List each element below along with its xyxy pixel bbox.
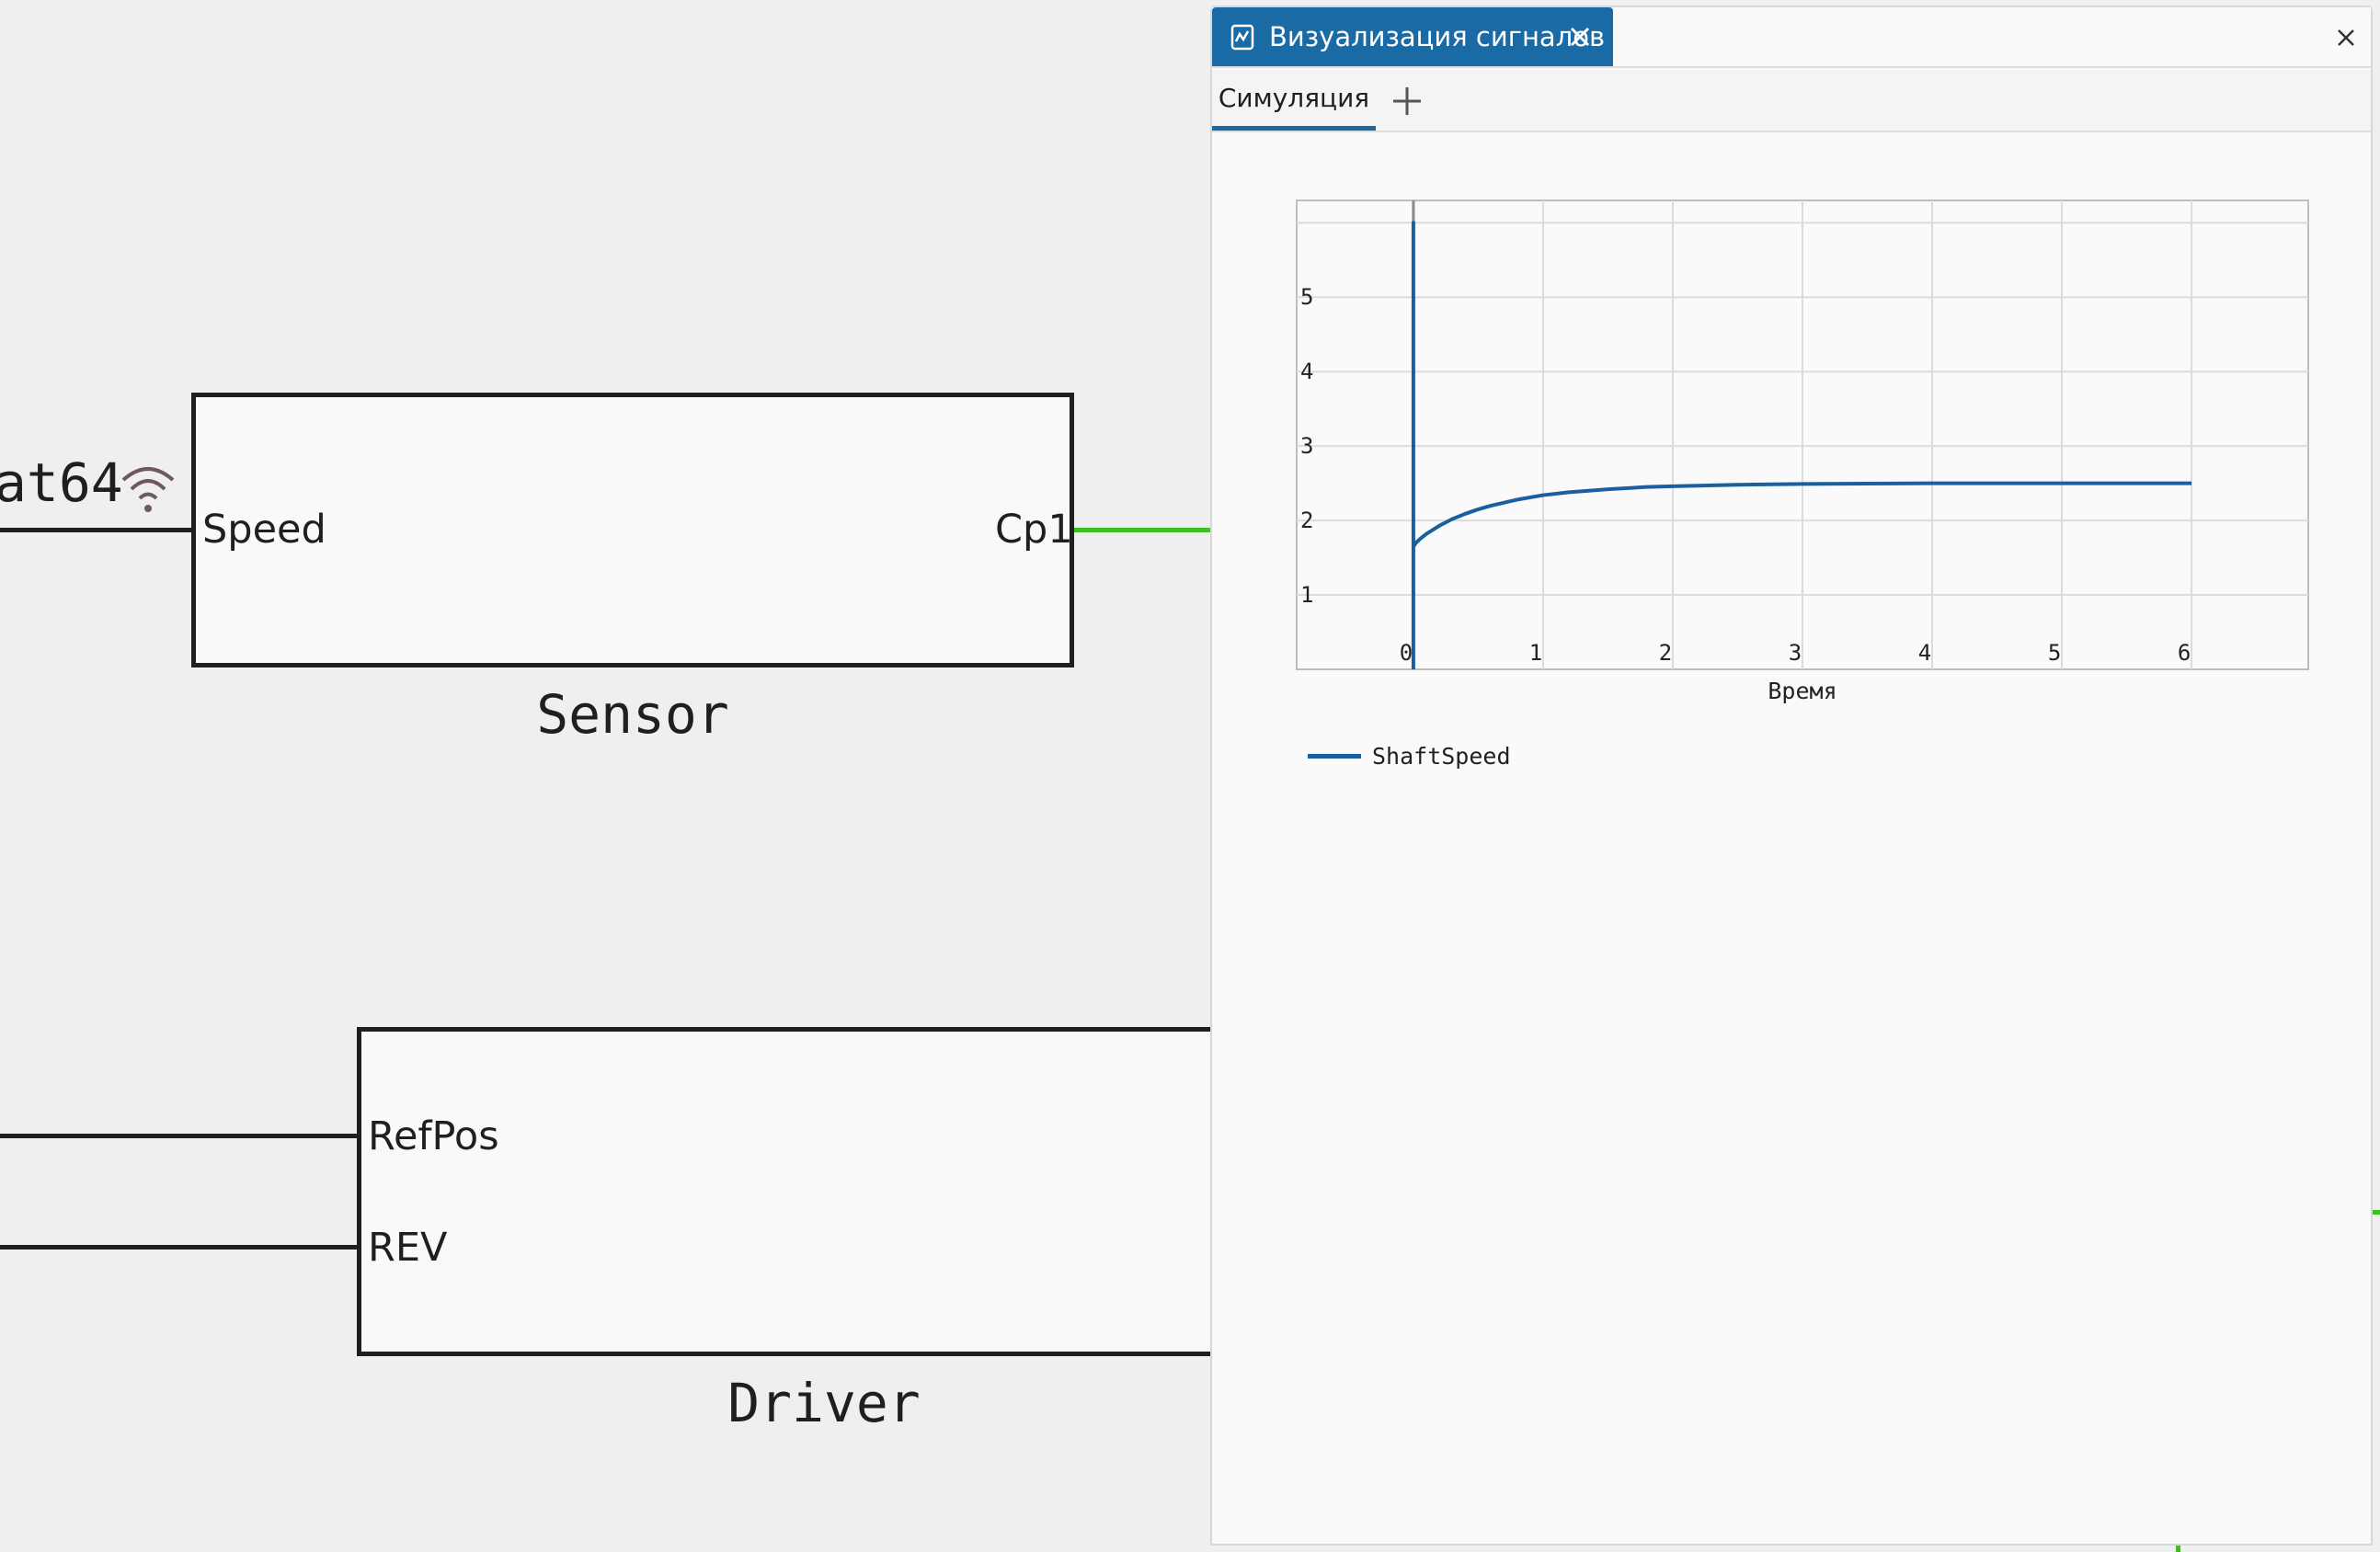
driver-block-name[interactable]: Driver (727, 1376, 921, 1430)
x-tick-label: 6 (2178, 640, 2191, 666)
driver-block[interactable] (357, 1027, 1221, 1356)
x-tick-label: 3 (1789, 640, 1802, 666)
y-tick-label: 5 (1300, 284, 1313, 310)
wire-rev-in[interactable] (0, 1245, 360, 1250)
x-tick-label: 1 (1529, 640, 1542, 666)
y-tick-label: 2 (1300, 508, 1313, 533)
port-cp1[interactable]: Cp1 (995, 510, 1073, 550)
chart-legend: ShaftSpeed (1308, 743, 1511, 770)
x-tick-label: 2 (1659, 640, 1672, 666)
y-tick-label: 4 (1300, 359, 1313, 384)
x-tick-label: 4 (1918, 640, 1931, 666)
x-tick-label: 5 (2048, 640, 2061, 666)
y-tick-label: 1 (1300, 582, 1313, 608)
port-speed[interactable]: Speed (202, 510, 326, 550)
wire-speed-in[interactable] (0, 528, 195, 532)
y-tick-label: 3 (1300, 433, 1313, 459)
port-rev[interactable]: REV (368, 1228, 447, 1268)
signal-chart[interactable]: 0 1 2 3 4 5 6 1 2 3 4 5 Время (1212, 7, 2371, 743)
sensor-block-name[interactable]: Sensor (536, 688, 729, 741)
x-axis-title: Время (1768, 678, 1836, 704)
partial-block-label: at64 (0, 451, 123, 514)
port-refpos[interactable]: RefPos (368, 1117, 499, 1157)
wifi-icon (121, 467, 175, 512)
wire-refpos-in[interactable] (0, 1134, 360, 1138)
legend-label: ShaftSpeed (1372, 743, 1511, 770)
wire-fragment (2373, 1210, 2380, 1215)
wire-cp1-out[interactable] (1072, 528, 1212, 532)
legend-swatch (1308, 754, 1361, 759)
signal-visualization-panel: Визуализация сигналов Симуляция 01234561… (1210, 6, 2373, 1546)
wire-fragment (2176, 1545, 2180, 1552)
x-tick-label: 0 (1400, 640, 1413, 666)
